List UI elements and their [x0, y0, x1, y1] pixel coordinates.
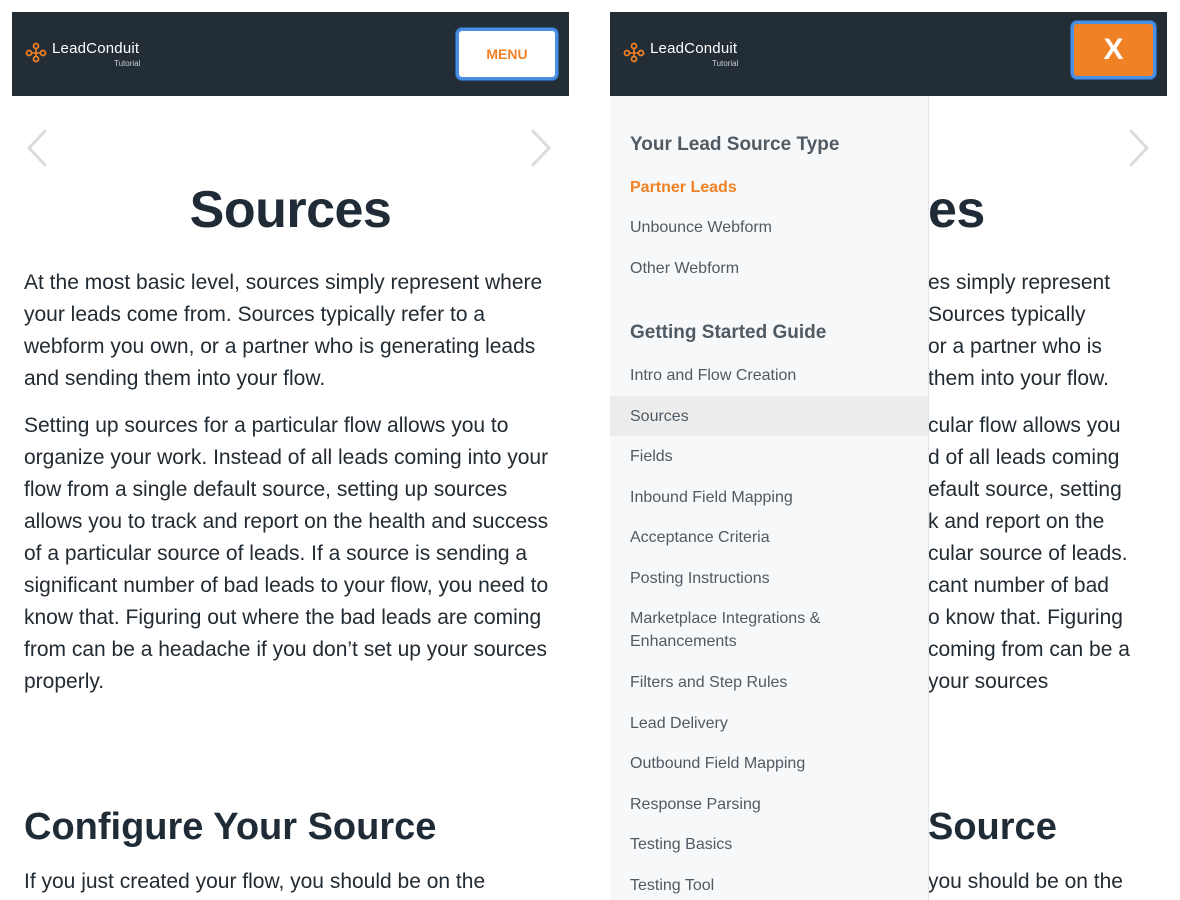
- text-line: them into your flow.: [928, 367, 1109, 390]
- partial-paragraph-fragment: you should be on the: [928, 870, 1123, 893]
- menu-item-filters-and-step-rules[interactable]: Filters and Step Rules: [610, 671, 928, 694]
- menu-item-testing-tool[interactable]: Testing Tool: [610, 874, 928, 897]
- section-heading: Configure Your Source: [24, 806, 437, 848]
- intro-paragraph: At the most basic level, sources simply …: [24, 271, 543, 390]
- body-paragraph-fragment: cular flow allows you d of all leads com…: [928, 410, 1130, 698]
- menu-item-partner-leads[interactable]: Partner Leads: [610, 176, 928, 199]
- brand-name: LeadConduit: [52, 40, 140, 57]
- text-line: o know that. Figuring: [928, 606, 1123, 629]
- partial-paragraph: If you just created your flow, you shoul…: [24, 870, 486, 893]
- menu-section-heading: Your Lead Source Type: [630, 134, 840, 155]
- next-page-arrow-icon[interactable]: [530, 128, 552, 168]
- menu-item-sources[interactable]: Sources: [610, 396, 928, 436]
- text-line: efault source, setting: [928, 478, 1122, 501]
- menu-item-unbounce-webform[interactable]: Unbounce Webform: [610, 216, 928, 239]
- text-line: d of all leads coming: [928, 446, 1120, 469]
- header-bar: LeadConduit Tutorial X: [610, 12, 1167, 96]
- text-line: es simply represent: [928, 271, 1111, 294]
- menu-item-intro-and-flow-creation[interactable]: Intro and Flow Creation: [610, 364, 928, 387]
- menu-item-posting-instructions[interactable]: Posting Instructions: [610, 567, 928, 590]
- brand-name: LeadConduit: [650, 40, 738, 57]
- text-line: Sources typically: [928, 303, 1086, 326]
- text-line: k and report on the: [928, 510, 1105, 533]
- menu-item-marketplace-integrations[interactable]: Marketplace Integrations & Enhancements: [610, 607, 860, 653]
- text-line: cular flow allows you: [928, 414, 1121, 437]
- brand-logo[interactable]: LeadConduit Tutorial: [623, 40, 738, 68]
- close-menu-button[interactable]: X: [1071, 21, 1156, 79]
- brand-subtitle: Tutorial: [114, 59, 141, 68]
- menu-item-lead-delivery[interactable]: Lead Delivery: [610, 712, 928, 735]
- menu-item-inbound-field-mapping[interactable]: Inbound Field Mapping: [610, 486, 928, 509]
- brand-logo[interactable]: LeadConduit Tutorial: [25, 40, 140, 68]
- text-line: or a partner who is: [928, 335, 1102, 358]
- page-title: Sources: [189, 181, 392, 239]
- menu-item-acceptance-criteria[interactable]: Acceptance Criteria: [610, 526, 928, 549]
- brand-subtitle: Tutorial: [712, 59, 739, 68]
- flow-network-icon: [623, 42, 645, 63]
- menu-item-fields[interactable]: Fields: [610, 445, 928, 468]
- menu-item-other-webform[interactable]: Other Webform: [610, 257, 928, 280]
- section-heading-fragment: Source: [928, 806, 1057, 848]
- menu-item-testing-basics[interactable]: Testing Basics: [610, 833, 928, 856]
- tutorial-page-menu-closed: LeadConduit Tutorial MENU Sources At the…: [12, 0, 569, 900]
- text-line: coming from can be a: [928, 638, 1130, 661]
- next-page-arrow-icon[interactable]: [1128, 128, 1150, 168]
- previous-page-arrow-icon[interactable]: [26, 128, 48, 168]
- text-line: cant number of bad: [928, 574, 1109, 597]
- navigation-menu: Your Lead Source Type Partner Leads Unbo…: [610, 96, 929, 900]
- body-paragraph: Setting up sources for a particular flow…: [24, 414, 549, 693]
- menu-button[interactable]: MENU: [456, 28, 558, 80]
- flow-network-icon: [25, 42, 47, 63]
- intro-paragraph-fragment: es simply represent Sources typically or…: [928, 267, 1110, 395]
- menu-item-outbound-field-mapping[interactable]: Outbound Field Mapping: [610, 752, 928, 775]
- page-title-fragment: es: [928, 181, 985, 239]
- page-content-behind-menu: es es simply represent Sources typically…: [928, 96, 1167, 900]
- text-line: your sources: [928, 670, 1049, 693]
- menu-section-heading: Getting Started Guide: [630, 322, 827, 343]
- header-bar: LeadConduit Tutorial MENU: [12, 12, 569, 96]
- menu-item-response-parsing[interactable]: Response Parsing: [610, 793, 928, 816]
- text-line: cular source of leads.: [928, 542, 1128, 565]
- tutorial-page-menu-open: LeadConduit Tutorial X es es simply repr…: [610, 0, 1167, 900]
